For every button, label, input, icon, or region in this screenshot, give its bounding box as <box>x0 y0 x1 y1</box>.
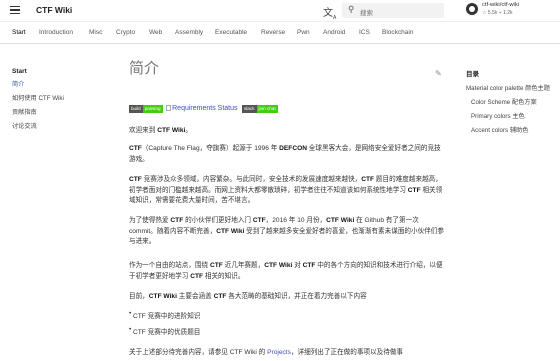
tab-ics[interactable]: ICS <box>359 29 370 36</box>
tab-android[interactable]: Android <box>323 29 345 36</box>
main-content: 简介 ✎ build passing Requirements Status sl… <box>129 58 447 356</box>
nav-item-contribute[interactable]: 贡献指南 <box>12 107 107 116</box>
toc-item-color-palette[interactable]: Material color palette 颜色主题 <box>466 83 560 92</box>
nav-heading: Start <box>12 68 27 75</box>
translate-icon[interactable]: 文A <box>323 4 336 21</box>
tab-executable[interactable]: Executable <box>215 29 247 36</box>
requirements-status-image[interactable]: Requirements Status <box>166 105 238 113</box>
tab-introduction[interactable]: Introduction <box>39 29 73 36</box>
page-title: 简介 <box>129 60 160 77</box>
toc-item-primary-colors[interactable]: Primary colors 主色 <box>466 111 560 120</box>
history-paragraph: 为了使得热爱 CTF 的小伙伴们更好地入门 CTF，2016 年 10 月份，C… <box>129 217 444 245</box>
tab-crypto[interactable]: Crypto <box>116 29 135 36</box>
menu-icon[interactable] <box>10 6 20 15</box>
nav-item-intro[interactable]: 简介 <box>12 79 107 88</box>
nav-item-discussion[interactable]: 讨论交流 <box>12 121 107 130</box>
left-sidebar: Start 简介 如何使用 CTF Wiki 贡献指南 讨论交流 <box>12 68 107 135</box>
site-title[interactable]: CTF Wiki <box>36 5 72 15</box>
list-item: CTF 竞赛中的进阶知识 <box>129 310 200 320</box>
tab-misc[interactable]: Misc <box>89 29 102 36</box>
top-header: CTF Wiki 文A ⚲ 搜索 ctf-wiki/ctf-wiki ☆ 5.5… <box>0 0 560 22</box>
projects-link[interactable]: Projects <box>267 349 291 356</box>
toc-item-accent-colors[interactable]: Accent colors 辅助色 <box>466 125 560 134</box>
nav-item-how-to-use[interactable]: 如何使用 CTF Wiki <box>12 93 107 102</box>
repo-stats: ☆ 5.5k ⑂ 1.2k <box>482 10 513 16</box>
edit-icon[interactable]: ✎ <box>435 69 442 78</box>
toc-item-color-scheme[interactable]: Color Scheme 配色方案 <box>466 97 560 106</box>
scope-paragraph: 目前，CTF Wiki 主要会涵盖 CTF 各大范畴的基础知识，并正在着力完善以… <box>129 293 367 300</box>
intro-paragraph: 欢迎来到 CTF Wiki。 <box>129 127 192 134</box>
tab-bar: Start Introduction Misc Crypto Web Assem… <box>0 22 560 44</box>
search-input[interactable]: ⚲ 搜索 <box>342 3 444 18</box>
slack-badge[interactable]: slack join chat <box>242 105 278 113</box>
purpose-paragraph: 作为一个自由的站点，围绕 CTF 近几年赛题，CTF Wiki 对 CTF 中的… <box>129 262 443 280</box>
list-item: CTF 竞赛中的优质题目 <box>129 326 200 336</box>
tab-assembly[interactable]: Assembly <box>175 29 203 36</box>
ctf-origin-paragraph: CTF（Capture The Flag，夺旗赛）起源于 1996 年 DEFC… <box>129 145 441 163</box>
tab-web[interactable]: Web <box>149 29 162 36</box>
projects-paragraph: 关于上述部分待完善内容，请参见 CTF Wiki 的 Projects，详细列出… <box>129 349 404 356</box>
search-icon: ⚲ <box>348 4 355 14</box>
search-placeholder: 搜索 <box>360 9 373 17</box>
tab-blockchain[interactable]: Blockchain <box>382 29 413 36</box>
toc-heading: 目录 <box>466 71 479 78</box>
ctf-fields-paragraph: CTF 竞赛涉及众多领域，内容繁杂。与此同时，安全技术的发展速度越来越快，CTF… <box>129 176 443 204</box>
github-icon[interactable] <box>466 3 478 15</box>
tab-pwn[interactable]: Pwn <box>297 29 310 36</box>
tab-start[interactable]: Start <box>12 29 26 36</box>
build-badge[interactable]: build passing <box>129 105 163 113</box>
repo-name[interactable]: ctf-wiki/ctf-wiki <box>482 2 519 8</box>
table-of-contents: 目录 Material color palette 颜色主题 Color Sch… <box>466 68 560 139</box>
badge-row: build passing Requirements Status slack jo… <box>129 105 278 113</box>
tab-reverse[interactable]: Reverse <box>261 29 285 36</box>
